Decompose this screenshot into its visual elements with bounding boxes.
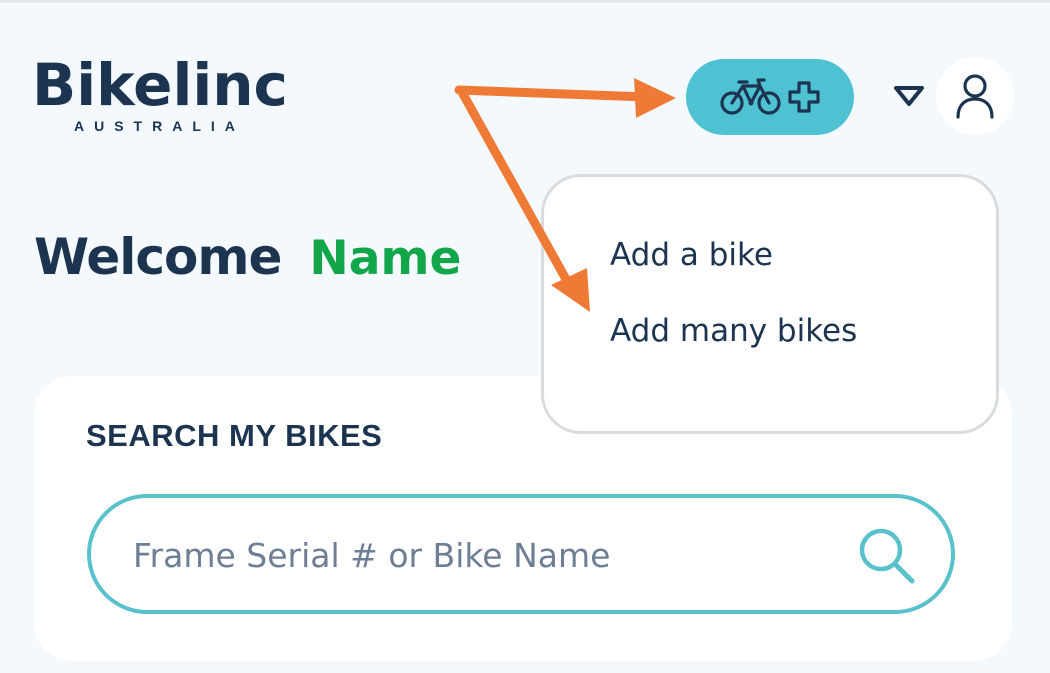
top-divider — [0, 0, 1050, 3]
plus-icon — [788, 81, 820, 113]
search-input[interactable] — [131, 526, 835, 584]
user-icon — [956, 74, 994, 119]
triangle-down-icon[interactable] — [892, 84, 926, 108]
welcome-user-name: Name — [309, 231, 462, 286]
search-icon[interactable] — [855, 524, 919, 588]
menu-item-add-many-bikes[interactable]: Add many bikes — [610, 313, 857, 349]
annotation-arrow-to-button — [454, 78, 676, 118]
logo-wordmark: Bikelinc — [32, 51, 288, 119]
welcome-heading: Welcome Name — [34, 228, 461, 298]
bicycle-icon — [720, 78, 781, 115]
bikelinc-logo[interactable]: Bikelinc AUSTRALIA — [32, 51, 292, 134]
search-heading: SEARCH MY BIKES — [86, 418, 383, 453]
menu-item-add-a-bike[interactable]: Add a bike — [610, 237, 773, 273]
welcome-greeting: Welcome — [34, 228, 282, 286]
add-bike-button[interactable] — [686, 59, 854, 135]
add-bike-dropdown-menu: Add a bike Add many bikes — [541, 174, 999, 434]
user-avatar-button[interactable] — [936, 57, 1014, 135]
logo-region: AUSTRALIA — [74, 118, 245, 134]
search-box[interactable] — [87, 494, 955, 614]
